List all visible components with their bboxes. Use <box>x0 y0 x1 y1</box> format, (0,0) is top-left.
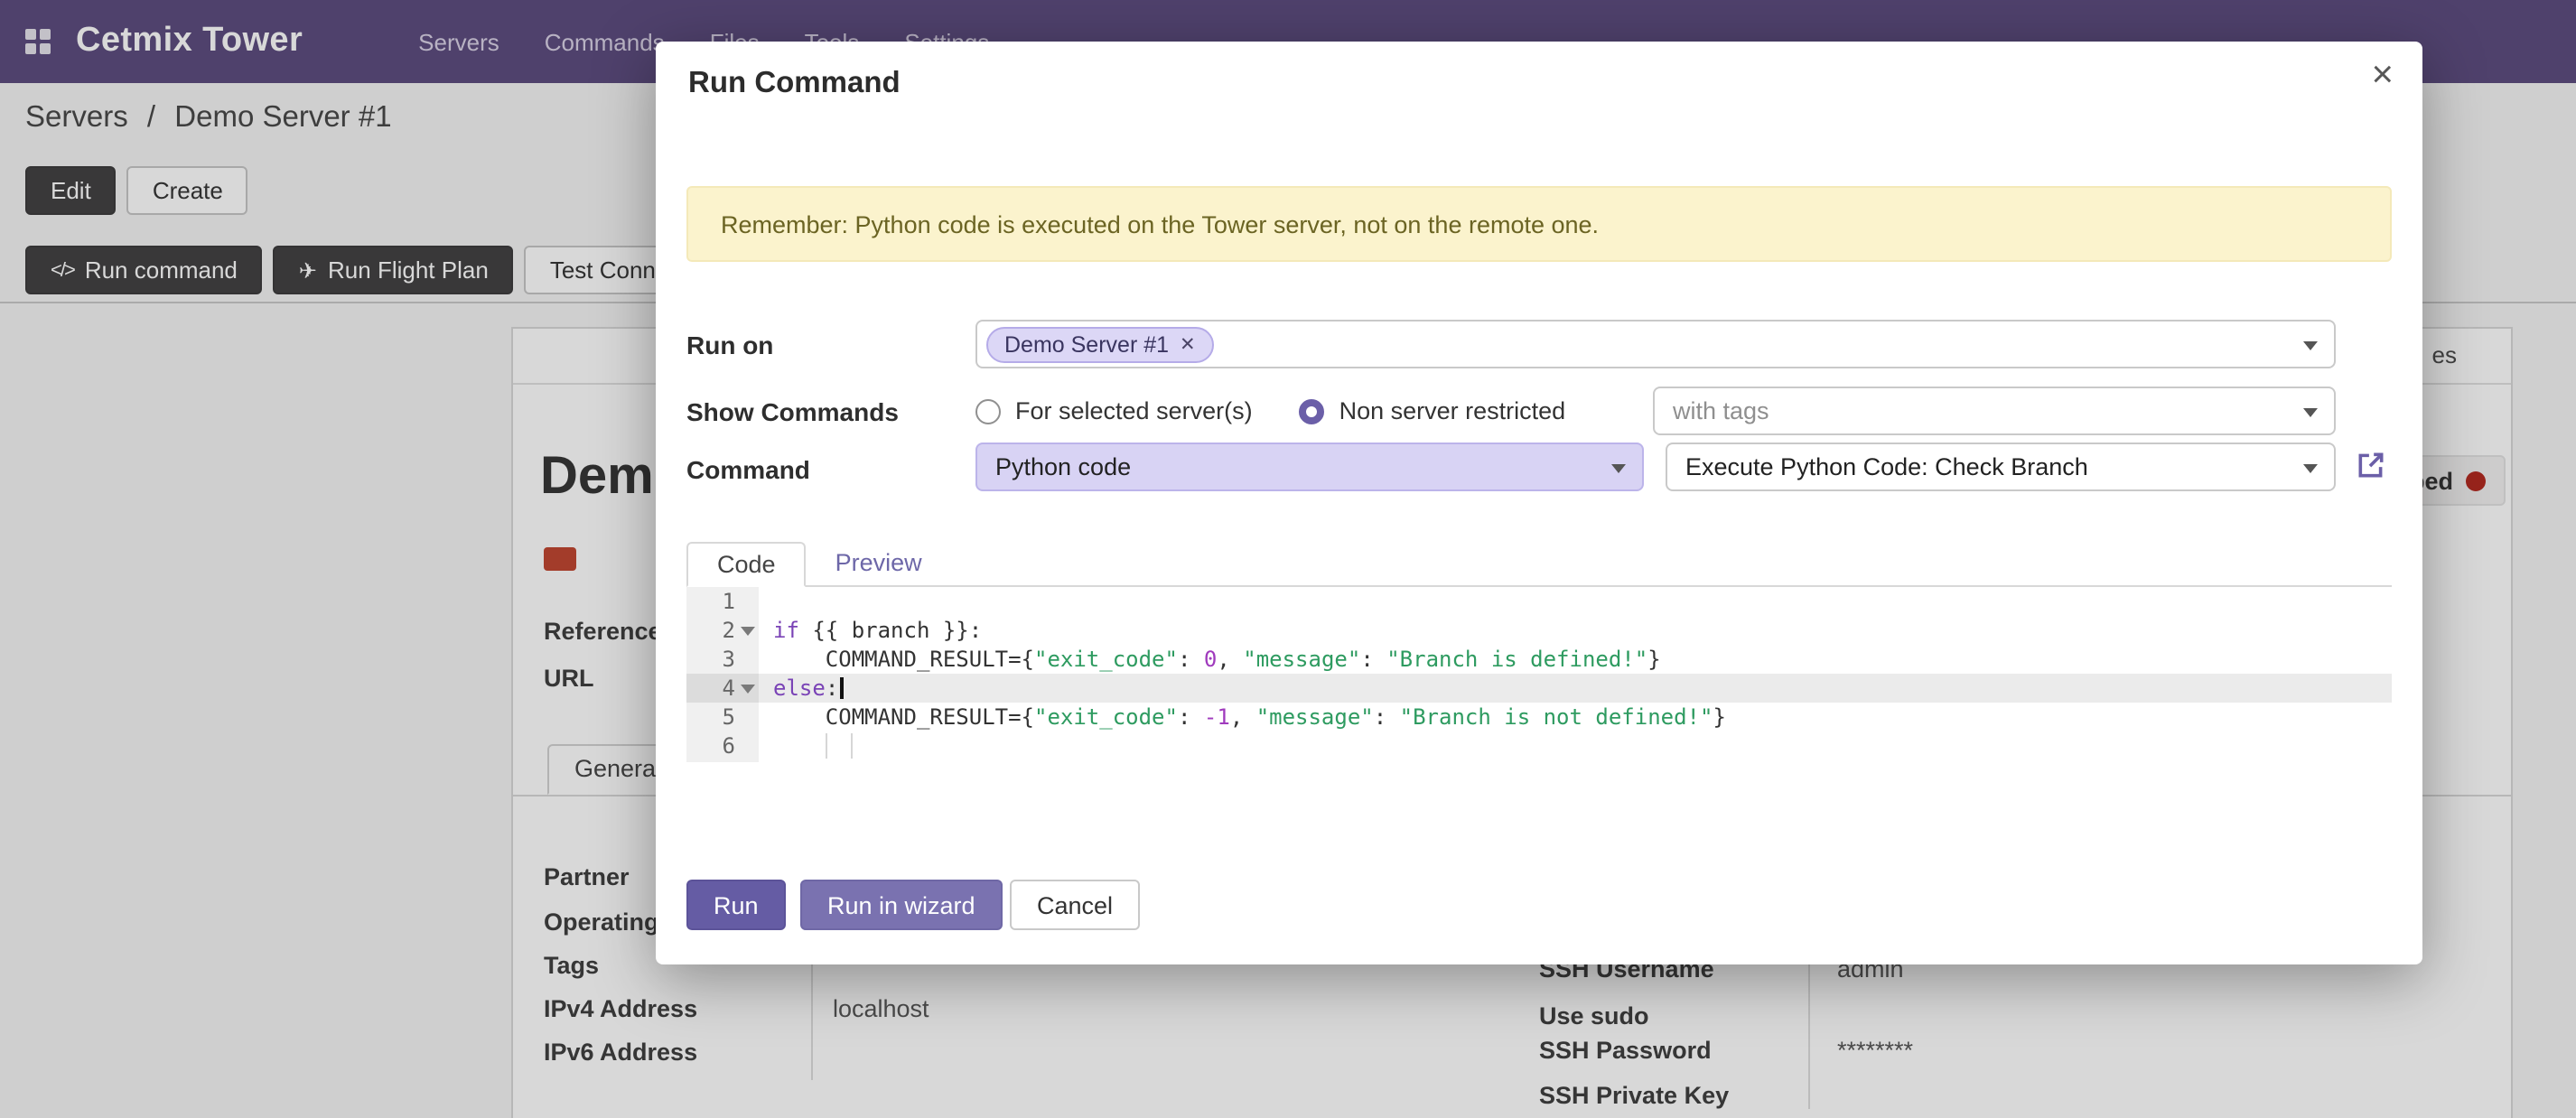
code-line-1[interactable] <box>759 587 2392 616</box>
gutter-line-2[interactable]: 2 <box>686 616 759 645</box>
indent-guide <box>826 733 827 759</box>
radio-non-server-restricted[interactable] <box>1300 398 1325 424</box>
gutter-line-6: 6 <box>686 731 759 760</box>
gutter-line-5: 5 <box>686 703 759 731</box>
code-line-4[interactable]: else: <box>759 674 2392 703</box>
gutter-line-1: 1 <box>686 587 759 616</box>
close-icon[interactable]: × <box>2371 56 2394 94</box>
chevron-down-icon <box>2303 463 2318 472</box>
editor-code: if {{ branch }}: COMMAND_RESULT={"exit_c… <box>759 587 2392 762</box>
modal-title: Run Command <box>688 67 901 101</box>
chevron-down-icon <box>2303 407 2318 416</box>
tab-preview[interactable]: Preview <box>807 542 951 585</box>
run-command-modal: Run Command × Remember: Python code is e… <box>656 42 2422 964</box>
server-tag-pill[interactable]: Demo Server #1 ✕ <box>986 326 1214 362</box>
external-link-icon[interactable] <box>2356 450 2386 480</box>
remove-tag-icon[interactable]: ✕ <box>1180 333 1196 355</box>
indent-guide <box>851 733 853 759</box>
tab-code[interactable]: Code <box>686 542 807 587</box>
chevron-down-icon <box>1611 463 1626 472</box>
text-cursor <box>840 677 843 699</box>
chevron-down-icon <box>2303 340 2318 349</box>
editor-gutter: 123456 <box>686 587 759 762</box>
show-commands-options: For selected server(s) Non server restri… <box>975 387 1612 435</box>
command-type-value: Python code <box>995 453 1131 480</box>
fold-arrow-icon[interactable] <box>741 627 755 636</box>
cancel-button[interactable]: Cancel <box>1010 880 1140 930</box>
modal-tabs: Code Preview <box>686 542 2392 587</box>
alert-warning: Remember: Python code is executed on the… <box>686 186 2392 262</box>
code-line-3[interactable]: COMMAND_RESULT={"exit_code": 0, "message… <box>759 645 2392 674</box>
gutter-line-3: 3 <box>686 645 759 674</box>
run-on-label: Run on <box>686 331 773 359</box>
with-tags-placeholder: with tags <box>1673 397 1769 424</box>
code-line-2[interactable]: if {{ branch }}: <box>759 616 2392 645</box>
fold-arrow-icon[interactable] <box>741 685 755 694</box>
code-line-6[interactable] <box>759 731 2392 760</box>
code-line-5[interactable]: COMMAND_RESULT={"exit_code": -1, "messag… <box>759 703 2392 731</box>
screen: Cetmix Tower Servers Commands Files Tool… <box>0 0 2576 1118</box>
run-on-select[interactable]: Demo Server #1 ✕ <box>975 320 2336 368</box>
run-button[interactable]: Run <box>686 880 786 930</box>
command-value: Execute Python Code: Check Branch <box>1685 453 2088 480</box>
code-editor[interactable]: 123456 if {{ branch }}: COMMAND_RESULT={… <box>686 587 2392 762</box>
command-label: Command <box>686 455 810 484</box>
radio-for-selected-servers-label[interactable]: For selected server(s) <box>1015 397 1253 424</box>
command-select[interactable]: Execute Python Code: Check Branch <box>1666 443 2336 491</box>
radio-for-selected-servers[interactable] <box>975 398 1001 424</box>
gutter-line-4[interactable]: 4 <box>686 674 759 703</box>
command-type-select[interactable]: Python code <box>975 443 1644 491</box>
server-tag-label: Demo Server #1 <box>1004 331 1169 357</box>
show-commands-label: Show Commands <box>686 397 899 426</box>
radio-non-server-restricted-label[interactable]: Non server restricted <box>1339 397 1566 424</box>
with-tags-select[interactable]: with tags <box>1653 387 2336 435</box>
run-in-wizard-button[interactable]: Run in wizard <box>800 880 1003 930</box>
